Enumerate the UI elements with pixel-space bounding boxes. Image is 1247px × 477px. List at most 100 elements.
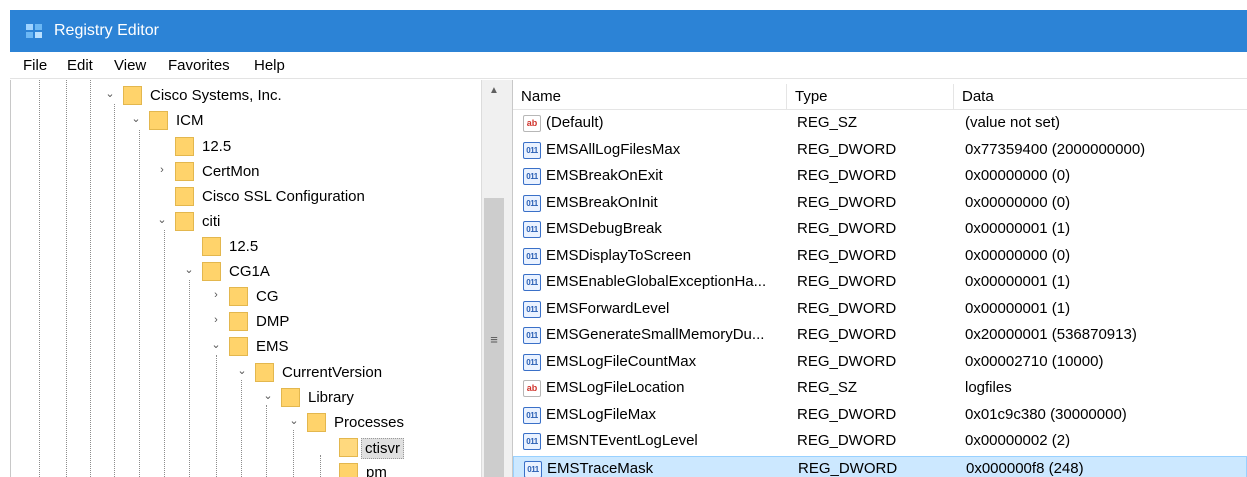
values-list[interactable]: Name Type Data ab (Default) REG_SZ (value n… xyxy=(513,80,1247,477)
title-bar[interactable]: Registry Editor xyxy=(10,10,1247,52)
value-row[interactable]: 011 EMSAllLogFilesMax REG_DWORD 0x77359400 … xyxy=(513,138,1247,164)
value-type: REG_DWORD xyxy=(797,220,897,237)
dword-value-icon: 011 xyxy=(523,168,541,185)
value-type: REG_DWORD xyxy=(798,460,898,477)
menu-view[interactable]: View xyxy=(114,57,146,74)
value-name: EMSAllLogFilesMax xyxy=(546,141,681,158)
value-type: REG_DWORD xyxy=(797,194,897,211)
folder-icon xyxy=(229,337,248,356)
tree-guide-line xyxy=(139,130,140,477)
tree-node-label: Cisco SSL Configuration xyxy=(202,188,365,205)
chevron-down-icon[interactable]: ⌄ xyxy=(261,389,275,403)
scroll-up-arrow-icon[interactable]: ▲ xyxy=(482,80,506,102)
chevron-down-icon[interactable]: ⌄ xyxy=(182,263,196,277)
folder-icon xyxy=(202,262,221,281)
chevron-right-icon[interactable]: › xyxy=(209,313,223,327)
chevron-down-icon[interactable]: ⌄ xyxy=(129,112,143,126)
value-type: REG_DWORD xyxy=(797,141,897,158)
value-data: 0x00000001 (1) xyxy=(965,273,1071,290)
value-type: REG_DWORD xyxy=(797,247,897,264)
menu-edit[interactable]: Edit xyxy=(67,57,93,74)
value-row[interactable]: 011 EMSDebugBreak REG_DWORD 0x00000001 (1) xyxy=(513,217,1247,243)
folder-icon xyxy=(281,388,300,407)
tree-node-label: pm xyxy=(366,464,387,477)
value-row[interactable]: 011 EMSEnableGlobalExceptionHa... REG_DWOR… xyxy=(513,270,1247,296)
dword-value-icon: 011 xyxy=(523,195,541,212)
column-header-data[interactable]: Data xyxy=(954,84,1247,109)
value-row[interactable]: 011 EMSTraceMask REG_DWORD 0x000000f8 (248) xyxy=(513,456,1247,477)
chevron-down-icon[interactable]: ⌄ xyxy=(209,338,223,352)
pane-splitter[interactable] xyxy=(506,80,513,477)
value-name: EMSBreakOnExit xyxy=(546,167,663,184)
value-row[interactable]: 011 EMSBreakOnInit REG_DWORD 0x00000000 (0) xyxy=(513,191,1247,217)
menu-help[interactable]: Help xyxy=(254,57,285,74)
value-type: REG_DWORD xyxy=(797,326,897,343)
tree-node-label: CertMon xyxy=(202,163,260,180)
folder-icon xyxy=(175,212,194,231)
value-type: REG_DWORD xyxy=(797,406,897,423)
value-type: REG_DWORD xyxy=(797,353,897,370)
value-data: 0x00000001 (1) xyxy=(965,300,1071,317)
registry-editor-icon xyxy=(26,24,42,38)
value-name: (Default) xyxy=(546,114,604,131)
value-name: EMSBreakOnInit xyxy=(546,194,658,211)
folder-icon xyxy=(175,162,194,181)
window-title: Registry Editor xyxy=(54,22,159,39)
value-row[interactable]: ab (Default) REG_SZ (value not set) xyxy=(513,111,1247,137)
tree-node-label: Cisco Systems, Inc. xyxy=(150,87,282,104)
chevron-right-icon[interactable]: › xyxy=(155,163,169,177)
grip-icon: ≡ xyxy=(490,332,498,347)
folder-icon xyxy=(202,237,221,256)
value-row[interactable]: 011 EMSDisplayToScreen REG_DWORD 0x00000000… xyxy=(513,244,1247,270)
scrollbar-thumb[interactable]: ≡ xyxy=(484,198,504,477)
dword-value-icon: 011 xyxy=(523,407,541,424)
tree-guide-line xyxy=(39,80,40,477)
folder-icon xyxy=(175,137,194,156)
chevron-down-icon[interactable]: ⌄ xyxy=(235,364,249,378)
value-row[interactable]: 011 EMSGenerateSmallMemoryDu... REG_DWORD 0… xyxy=(513,323,1247,349)
chevron-down-icon[interactable]: ⌄ xyxy=(103,87,117,101)
folder-icon xyxy=(229,287,248,306)
value-data: (value not set) xyxy=(965,114,1061,131)
tree-node-label: 12.5 xyxy=(202,138,232,155)
value-data: 0x77359400 (2000000000) xyxy=(965,141,1146,158)
folder-icon xyxy=(175,187,194,206)
column-header-name[interactable]: Name xyxy=(513,84,787,109)
chevron-right-icon[interactable]: › xyxy=(209,288,223,302)
dword-value-icon: 011 xyxy=(523,274,541,291)
chevron-down-icon[interactable]: ⌄ xyxy=(287,414,301,428)
dword-value-icon: 011 xyxy=(524,461,542,477)
folder-icon xyxy=(149,111,168,130)
column-header-type[interactable]: Type xyxy=(787,84,954,109)
value-row[interactable]: 011 EMSLogFileCountMax REG_DWORD 0x00002710… xyxy=(513,350,1247,376)
list-header: Name Type Data xyxy=(513,84,1247,110)
value-row[interactable]: 011 EMSBreakOnExit REG_DWORD 0x00000000 (0) xyxy=(513,164,1247,190)
value-row[interactable]: ab EMSLogFileLocation REG_SZ logfiles xyxy=(513,376,1247,402)
value-row[interactable]: 011 EMSForwardLevel REG_DWORD 0x00000001 (1… xyxy=(513,297,1247,323)
tree-node-label: 12.5 xyxy=(229,238,259,255)
value-data: logfiles xyxy=(965,379,1012,396)
tree-scrollbar[interactable]: ▲ ≡ xyxy=(481,80,506,477)
value-type: REG_DWORD xyxy=(797,300,897,317)
tree-node-label: CurrentVersion xyxy=(282,364,383,381)
value-data: 0x00002710 (10000) xyxy=(965,353,1104,370)
tree-node-label: EMS xyxy=(256,338,289,355)
tree-guide-line xyxy=(90,80,91,477)
tree-guide-line xyxy=(241,380,242,477)
folder-icon xyxy=(229,312,248,331)
value-row[interactable]: 011 EMSLogFileMax REG_DWORD 0x01c9c380 (300… xyxy=(513,403,1247,429)
value-data: 0x00000000 (0) xyxy=(965,167,1071,184)
menu-favorites[interactable]: Favorites xyxy=(168,57,230,74)
string-value-icon: ab xyxy=(523,380,541,397)
dword-value-icon: 011 xyxy=(523,354,541,371)
value-row[interactable]: 011 EMSNTEventLogLevel REG_DWORD 0x00000002… xyxy=(513,429,1247,455)
tree-node-label: CG xyxy=(256,288,279,305)
tree-guide-line xyxy=(266,405,267,477)
tree-guide-line xyxy=(66,80,67,477)
key-tree[interactable]: ⌄ Cisco Systems, Inc. ⌄ ICM 12.5 › CertM… xyxy=(10,80,506,477)
menu-file[interactable]: File xyxy=(23,57,47,74)
dword-value-icon: 011 xyxy=(523,301,541,318)
value-type: REG_SZ xyxy=(797,379,858,396)
dword-value-icon: 011 xyxy=(523,327,541,344)
chevron-down-icon[interactable]: ⌄ xyxy=(155,213,169,227)
